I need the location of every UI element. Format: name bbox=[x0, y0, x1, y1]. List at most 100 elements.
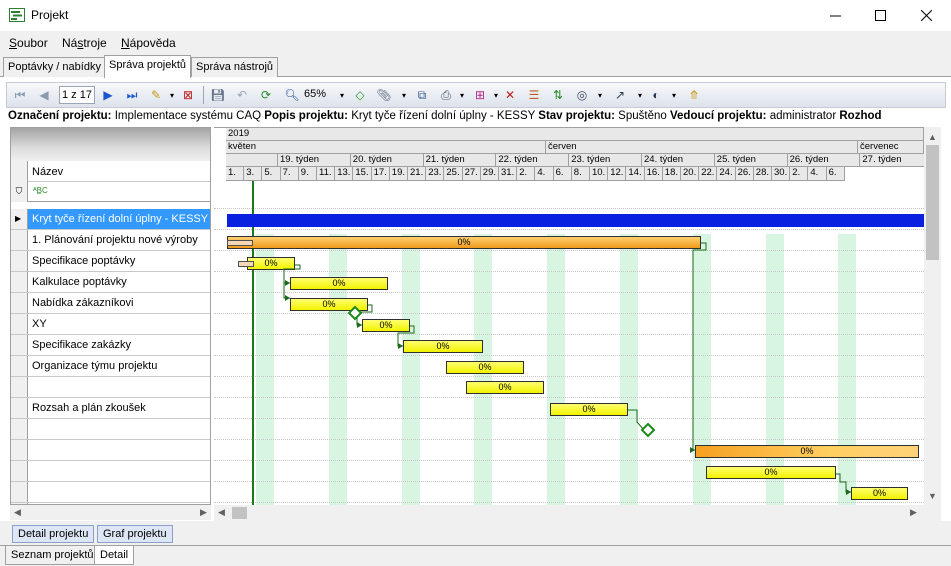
last-record-icon[interactable]: ⏭ bbox=[123, 86, 141, 104]
link-arrow-icon bbox=[357, 322, 362, 328]
dependency-link bbox=[283, 264, 301, 284]
lead-value: administrator bbox=[769, 110, 837, 122]
row-indicator[interactable] bbox=[11, 251, 28, 271]
row-indicator[interactable] bbox=[11, 440, 28, 460]
close-button[interactable] bbox=[903, 0, 949, 31]
scroll-down-icon[interactable]: ▼ bbox=[925, 488, 940, 503]
row-indicator[interactable] bbox=[11, 419, 28, 439]
gantt-vscrollbar[interactable]: ▲ ▼ bbox=[924, 127, 941, 505]
task-row[interactable] bbox=[11, 440, 210, 461]
task-row[interactable]: Rozsah a plán zkoušek bbox=[11, 398, 210, 419]
link-arrow-icon bbox=[846, 489, 851, 495]
menu-soubor[interactable]: Soubor bbox=[9, 36, 48, 50]
milestone-icon[interactable]: ◇ bbox=[351, 86, 369, 104]
task-row[interactable]: 1. Plánování projektu nové výroby bbox=[11, 230, 210, 251]
scroll-right-icon[interactable]: ▶ bbox=[196, 505, 211, 520]
scroll-left-icon[interactable]: ◀ bbox=[10, 505, 25, 520]
tab-detail-projektu[interactable]: Detail projektu bbox=[12, 525, 95, 543]
column-header[interactable]: Název bbox=[11, 161, 210, 182]
tab-sprava-projektu[interactable]: Správa projektů bbox=[104, 55, 192, 78]
cancel-icon[interactable]: ✕ bbox=[501, 86, 519, 104]
link-arrow-icon bbox=[285, 295, 290, 301]
dependency-link bbox=[283, 283, 290, 299]
chart-dropdown-icon[interactable]: ▾ bbox=[665, 86, 683, 104]
menu-nastroje[interactable]: Nástroje bbox=[62, 36, 107, 50]
zoom-icon[interactable]: 🔍︎ bbox=[283, 86, 301, 104]
tab-graf-projektu[interactable]: Graf projektu bbox=[97, 525, 173, 543]
row-indicator[interactable] bbox=[11, 230, 28, 250]
row-indicator[interactable] bbox=[11, 461, 28, 481]
task-row[interactable] bbox=[11, 419, 210, 440]
task-name: Kalkulace poptávky bbox=[32, 276, 127, 288]
task-name: Kryt tyče řízení dolní úplny - KESSY bbox=[32, 213, 209, 225]
filter-icon[interactable]: ⛉ bbox=[11, 182, 28, 202]
text-filter-icon[interactable]: ᴬB̲C bbox=[33, 186, 48, 195]
gantt-dependencies bbox=[283, 242, 851, 495]
row-indicator[interactable] bbox=[11, 335, 28, 355]
scroll-right-icon[interactable]: ▶ bbox=[906, 505, 921, 520]
task-row[interactable]: XY bbox=[11, 314, 210, 335]
task-name: XY bbox=[32, 318, 47, 330]
task-row[interactable]: ▶ Kryt tyče řízení dolní úplny - KESSY bbox=[11, 209, 210, 230]
delete-record-icon[interactable]: ⊠ bbox=[179, 86, 197, 104]
hscroll-thumb[interactable] bbox=[232, 507, 247, 519]
scroll-left-icon[interactable]: ◀ bbox=[214, 505, 229, 520]
current-row-icon[interactable]: ▶ bbox=[11, 209, 28, 229]
task-name: 1. Plánování projektu nové výroby bbox=[32, 234, 198, 246]
task-row[interactable] bbox=[11, 377, 210, 398]
filter-row[interactable]: ⛉ ᴬB̲C bbox=[11, 182, 210, 202]
view-icon[interactable]: ◎ bbox=[573, 86, 591, 104]
scroll-up-icon[interactable]: ▲ bbox=[925, 129, 940, 144]
transfer-icon[interactable]: ⤊ bbox=[685, 86, 703, 104]
tab-detail[interactable]: Detail bbox=[94, 545, 135, 565]
tab-sprava-nastroju[interactable]: Správa nástrojů bbox=[191, 57, 279, 77]
next-record-icon[interactable]: ▶ bbox=[99, 86, 117, 104]
edit-list-icon[interactable]: ☰ bbox=[525, 86, 543, 104]
row-indicator[interactable] bbox=[11, 377, 28, 397]
row-indicator[interactable] bbox=[11, 272, 28, 292]
grid-header-band bbox=[11, 128, 210, 161]
pager-field[interactable]: 1 z 17 bbox=[59, 86, 95, 104]
minimize-icon bbox=[829, 15, 841, 17]
task-row[interactable]: Specifikace poptávky bbox=[11, 251, 210, 272]
row-indicator[interactable] bbox=[11, 356, 28, 376]
milestone-icon[interactable] bbox=[640, 422, 656, 438]
dependency-link bbox=[397, 325, 415, 347]
tab-poptavky[interactable]: Poptávky / nabídky bbox=[3, 57, 106, 77]
task-row[interactable]: Kalkulace poptávky bbox=[11, 272, 210, 293]
attachment-dropdown-icon[interactable]: ▾ bbox=[395, 86, 413, 104]
first-record-icon[interactable]: ⏮ bbox=[11, 86, 29, 104]
save-icon[interactable]: 💾︎ bbox=[209, 86, 227, 104]
menu-napoveda[interactable]: Nápověda bbox=[121, 36, 176, 50]
row-indicator[interactable] bbox=[11, 398, 28, 418]
undo-icon[interactable]: ↶ bbox=[233, 86, 251, 104]
print-dropdown-icon[interactable]: ▾ bbox=[453, 86, 471, 104]
view-tab-strip: Detail projektu Graf projektu bbox=[0, 521, 951, 545]
attachment-icon[interactable]: 📎︎ bbox=[375, 86, 393, 104]
copy-icon[interactable]: ⧉ bbox=[413, 86, 431, 104]
prev-record-icon[interactable]: ◀ bbox=[35, 86, 53, 104]
row-indicator[interactable] bbox=[11, 482, 28, 502]
vscroll-thumb[interactable] bbox=[926, 145, 939, 260]
row-indicator[interactable] bbox=[11, 293, 28, 313]
zoom-dropdown-icon[interactable]: ▾ bbox=[333, 86, 351, 104]
tab-seznam-projektu[interactable]: Seznam projektů bbox=[5, 545, 100, 565]
task-row[interactable] bbox=[11, 461, 210, 482]
task-row[interactable]: Organizace týmu projektu bbox=[11, 356, 210, 377]
milestone-icon[interactable] bbox=[347, 305, 363, 321]
task-row[interactable] bbox=[11, 482, 210, 503]
link-arrow-icon bbox=[398, 343, 403, 349]
maximize-button[interactable] bbox=[857, 0, 903, 31]
sort-icon[interactable]: ⇅ bbox=[549, 86, 567, 104]
task-row[interactable]: Nabídka zákazníkovi bbox=[11, 293, 210, 314]
chart-icon[interactable]: ◐ bbox=[647, 86, 665, 104]
gantt-hscrollbar[interactable]: ◀ ▶ bbox=[214, 505, 941, 521]
refresh-icon[interactable]: ⟳ bbox=[257, 86, 275, 104]
task-row[interactable]: Specifikace zakázky bbox=[11, 335, 210, 356]
export-icon[interactable]: ↗ bbox=[611, 86, 629, 104]
row-indicator[interactable] bbox=[11, 314, 28, 334]
minimize-button[interactable] bbox=[812, 0, 858, 31]
view-dropdown-icon[interactable]: ▾ bbox=[591, 86, 609, 104]
grid-hscrollbar[interactable]: ◀ ▶ bbox=[10, 505, 211, 520]
zoom-level[interactable]: 65% bbox=[304, 88, 326, 100]
